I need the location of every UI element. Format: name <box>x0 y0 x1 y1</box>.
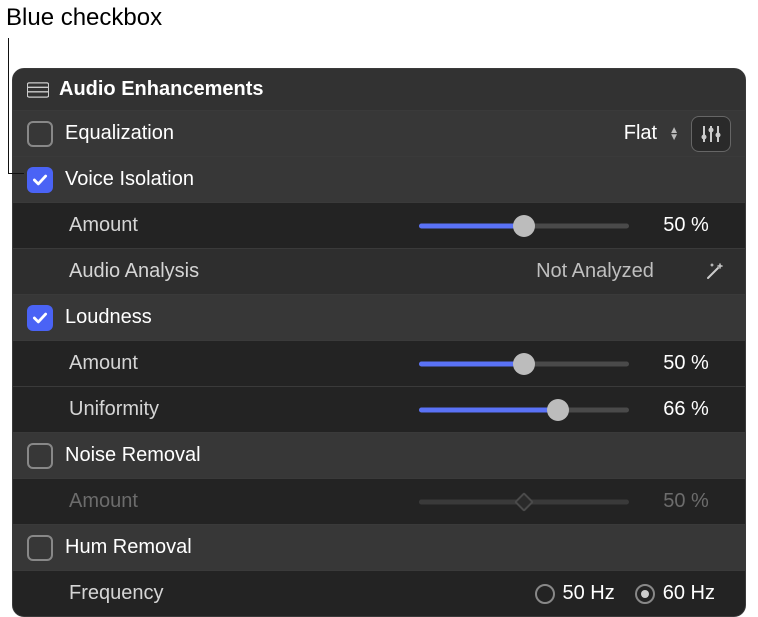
loudness-uniformity-value[interactable]: 66 % <box>641 398 731 421</box>
equalization-label: Equalization <box>65 122 215 145</box>
analyze-audio-button[interactable] <box>697 257 731 287</box>
audio-analysis-row: Audio Analysis Not Analyzed <box>13 248 745 294</box>
noise-removal-row: Noise Removal <box>13 432 745 478</box>
radio-icon <box>535 584 555 604</box>
hum-removal-row: Hum Removal <box>13 524 745 570</box>
voice-isolation-amount-value[interactable]: 50 % <box>641 214 731 237</box>
equalization-row: Equalization Flat ▲▼ <box>13 110 745 156</box>
voice-isolation-row: Voice Isolation <box>13 156 745 202</box>
noise-removal-checkbox[interactable] <box>27 443 53 469</box>
hum-frequency-radio-group: 50 Hz 60 Hz <box>535 582 732 605</box>
hum-removal-frequency-row: Frequency 50 Hz 60 Hz <box>13 570 745 616</box>
noise-removal-amount-slider <box>419 488 629 516</box>
hum-frequency-60hz[interactable]: 60 Hz <box>635 582 715 605</box>
loudness-uniformity-row: Uniformity 66 % <box>13 386 745 432</box>
hum-removal-label: Hum Removal <box>65 536 215 559</box>
audio-analysis-status: Not Analyzed <box>505 260 685 283</box>
section-header: Audio Enhancements <box>13 69 745 110</box>
loudness-uniformity-label: Uniformity <box>69 398 219 421</box>
inspector-icon <box>27 82 49 98</box>
noise-removal-amount-row: Amount 50 % <box>13 478 745 524</box>
equalization-checkbox[interactable] <box>27 121 53 147</box>
audio-analysis-label: Audio Analysis <box>69 260 219 283</box>
voice-isolation-amount-slider[interactable] <box>419 212 629 240</box>
voice-isolation-amount-row: Amount 50 % <box>13 202 745 248</box>
stepper-icon: ▲▼ <box>669 127 679 141</box>
voice-isolation-amount-label: Amount <box>69 214 219 237</box>
callout-leader-hook <box>8 173 24 174</box>
audio-enhancements-panel: Audio Enhancements Equalization Flat ▲▼ <box>12 68 746 617</box>
hum-50hz-label: 50 Hz <box>563 582 615 605</box>
hum-removal-frequency-label: Frequency <box>69 582 219 605</box>
callout-leader-line <box>8 38 9 174</box>
equalization-preset-value: Flat <box>624 122 657 145</box>
hum-60hz-label: 60 Hz <box>663 582 715 605</box>
section-title: Audio Enhancements <box>59 78 263 101</box>
loudness-checkbox[interactable] <box>27 305 53 331</box>
radio-icon <box>635 584 655 604</box>
noise-removal-amount-label: Amount <box>69 490 219 513</box>
loudness-label: Loudness <box>65 306 215 329</box>
equalization-preset-select[interactable]: Flat ▲▼ <box>624 122 679 145</box>
hum-removal-checkbox[interactable] <box>27 535 53 561</box>
loudness-uniformity-slider[interactable] <box>419 396 629 424</box>
callout-label: Blue checkbox <box>0 0 758 44</box>
loudness-amount-value[interactable]: 50 % <box>641 352 731 375</box>
loudness-row: Loudness <box>13 294 745 340</box>
loudness-amount-label: Amount <box>69 352 219 375</box>
noise-removal-amount-value: 50 % <box>641 490 731 513</box>
hum-frequency-50hz[interactable]: 50 Hz <box>535 582 615 605</box>
loudness-amount-row: Amount 50 % <box>13 340 745 386</box>
voice-isolation-label: Voice Isolation <box>65 168 215 191</box>
noise-removal-label: Noise Removal <box>65 444 215 467</box>
voice-isolation-checkbox[interactable] <box>27 167 53 193</box>
equalizer-open-button[interactable] <box>691 116 731 152</box>
loudness-amount-slider[interactable] <box>419 350 629 378</box>
